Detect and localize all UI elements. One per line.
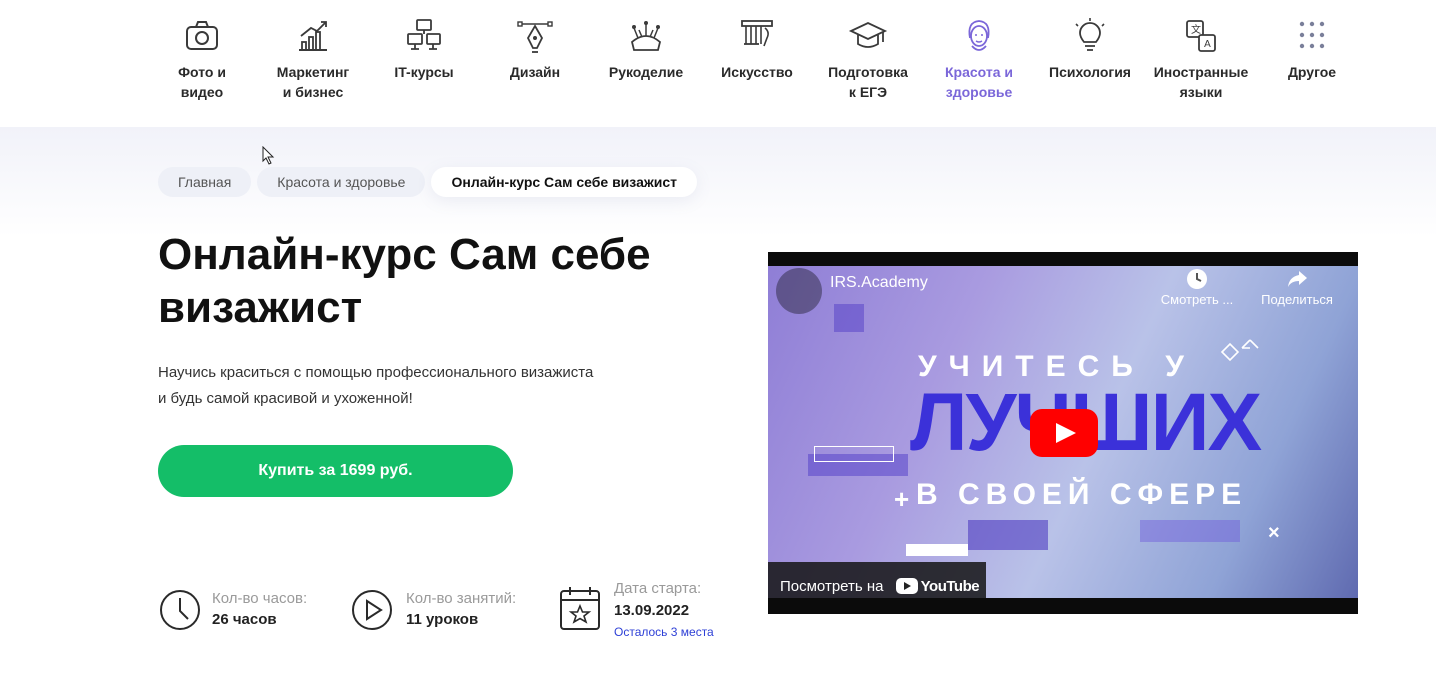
channel-name[interactable]: IRS.Academy	[830, 274, 928, 292]
category-label: Фото и видео	[178, 64, 226, 100]
cross-icon: ×	[1268, 522, 1280, 544]
watch-on-label: Посмотреть на	[780, 578, 884, 595]
chart-growth-icon	[299, 21, 327, 51]
category-label: Подготовка к ЕГЭ	[828, 64, 908, 100]
category-beauty-health[interactable]: Красота и здоровье	[924, 16, 1034, 102]
lightbulb-icon	[1075, 18, 1105, 51]
breadcrumb: Главная Красота и здоровье Онлайн-курс С…	[158, 167, 698, 197]
share-arrow-icon	[1288, 271, 1307, 287]
category-art[interactable]: Искусство	[702, 16, 812, 82]
category-label: IT-курсы	[394, 64, 454, 80]
category-label: Дизайн	[509, 64, 561, 80]
video-thumbnail: IRS.Academy Смотреть ... Поделиться УЧИТ…	[768, 266, 1358, 598]
devices-icon	[407, 19, 441, 50]
description-line: и будь самой красивой и ухоженной!	[158, 390, 413, 407]
category-marketing[interactable]: Маркетинг и бизнес	[258, 16, 368, 102]
description-line: Научись краситься с помощью профессионал…	[158, 364, 594, 381]
category-label: Другое	[1287, 64, 1337, 80]
category-label: Иностранные языки	[1153, 64, 1249, 100]
watch-later-button[interactable]: Смотреть ...	[1152, 266, 1242, 307]
clock-icon	[160, 590, 200, 630]
buy-button[interactable]: Купить за 1699 руб.	[158, 445, 513, 497]
plus-icon: +	[894, 484, 910, 514]
video-embed[interactable]: IRS.Academy Смотреть ... Поделиться УЧИТ…	[768, 252, 1358, 614]
youtube-play-icon	[895, 578, 918, 595]
mouse-cursor-icon	[262, 146, 275, 165]
watch-on-youtube-button[interactable]: Посмотреть на YouTube	[768, 562, 986, 598]
stat-label: Кол-во часов:	[212, 590, 308, 607]
pen-tool-icon	[517, 21, 553, 53]
stat-value: 11 уроков	[406, 611, 479, 628]
clock-icon	[1187, 269, 1207, 289]
course-description: Научись краситься с помощью профессионал…	[158, 360, 698, 412]
stat-value: 26 часов	[212, 611, 277, 628]
youtube-wordmark: YouTube	[920, 578, 980, 596]
breadcrumb-home[interactable]: Главная	[158, 167, 252, 197]
svg-text:A: A	[1204, 39, 1211, 50]
category-languages[interactable]: 文 A Иностранные языки	[1146, 16, 1256, 102]
category-label: Маркетинг и бизнес	[276, 64, 350, 100]
category-nav: Фото и видео Маркетинг и бизнес IT-курсы	[0, 0, 1436, 127]
pincushion-icon	[630, 21, 662, 51]
graduation-cap-icon	[848, 22, 888, 48]
breadcrumb-current: Онлайн-курс Сам себе визажист	[431, 167, 698, 197]
category-label: Красота и здоровье	[944, 64, 1013, 100]
svg-text:文: 文	[1191, 23, 1201, 36]
video-headline-3: В СВОЕЙ СФЕРЕ	[916, 478, 1248, 511]
share-label: Поделиться	[1261, 292, 1333, 307]
share-button[interactable]: Поделиться	[1252, 266, 1342, 307]
play-button[interactable]	[1030, 409, 1098, 457]
category-psychology[interactable]: Психология	[1035, 16, 1145, 82]
diamond-shapes-icon	[1220, 339, 1259, 362]
breadcrumb-category[interactable]: Красота и здоровье	[257, 167, 426, 197]
calendar-star-icon	[560, 587, 600, 630]
category-label: Искусство	[721, 64, 793, 80]
column-icon	[741, 20, 773, 47]
category-it[interactable]: IT-курсы	[369, 16, 479, 82]
page-title: Онлайн-курс Сам себе визажист	[158, 230, 651, 332]
category-handicraft[interactable]: Рукоделие	[591, 16, 701, 82]
category-label: Рукоделие	[608, 64, 684, 80]
woman-face-icon	[968, 20, 990, 51]
watch-later-label: Смотреть ...	[1160, 292, 1234, 307]
grid-dots-icon	[1299, 21, 1325, 49]
category-exam[interactable]: Подготовка к ЕГЭ	[813, 16, 923, 102]
category-photo-video[interactable]: Фото и видео	[147, 16, 257, 102]
stat-label: Дата старта:	[614, 580, 702, 597]
seats-left-note: Осталось 3 места	[614, 625, 714, 639]
youtube-logo: YouTube	[895, 562, 980, 598]
category-other[interactable]: Другое	[1257, 16, 1367, 82]
camera-icon	[186, 21, 218, 50]
stat-label: Кол-во занятий:	[406, 590, 517, 607]
play-circle-icon	[352, 590, 392, 630]
translate-icon: 文 A	[1186, 20, 1216, 52]
channel-avatar[interactable]	[776, 268, 822, 314]
category-label: Психология	[1049, 64, 1131, 80]
stat-value: 13.09.2022	[614, 602, 690, 619]
category-design[interactable]: Дизайн	[480, 16, 590, 82]
